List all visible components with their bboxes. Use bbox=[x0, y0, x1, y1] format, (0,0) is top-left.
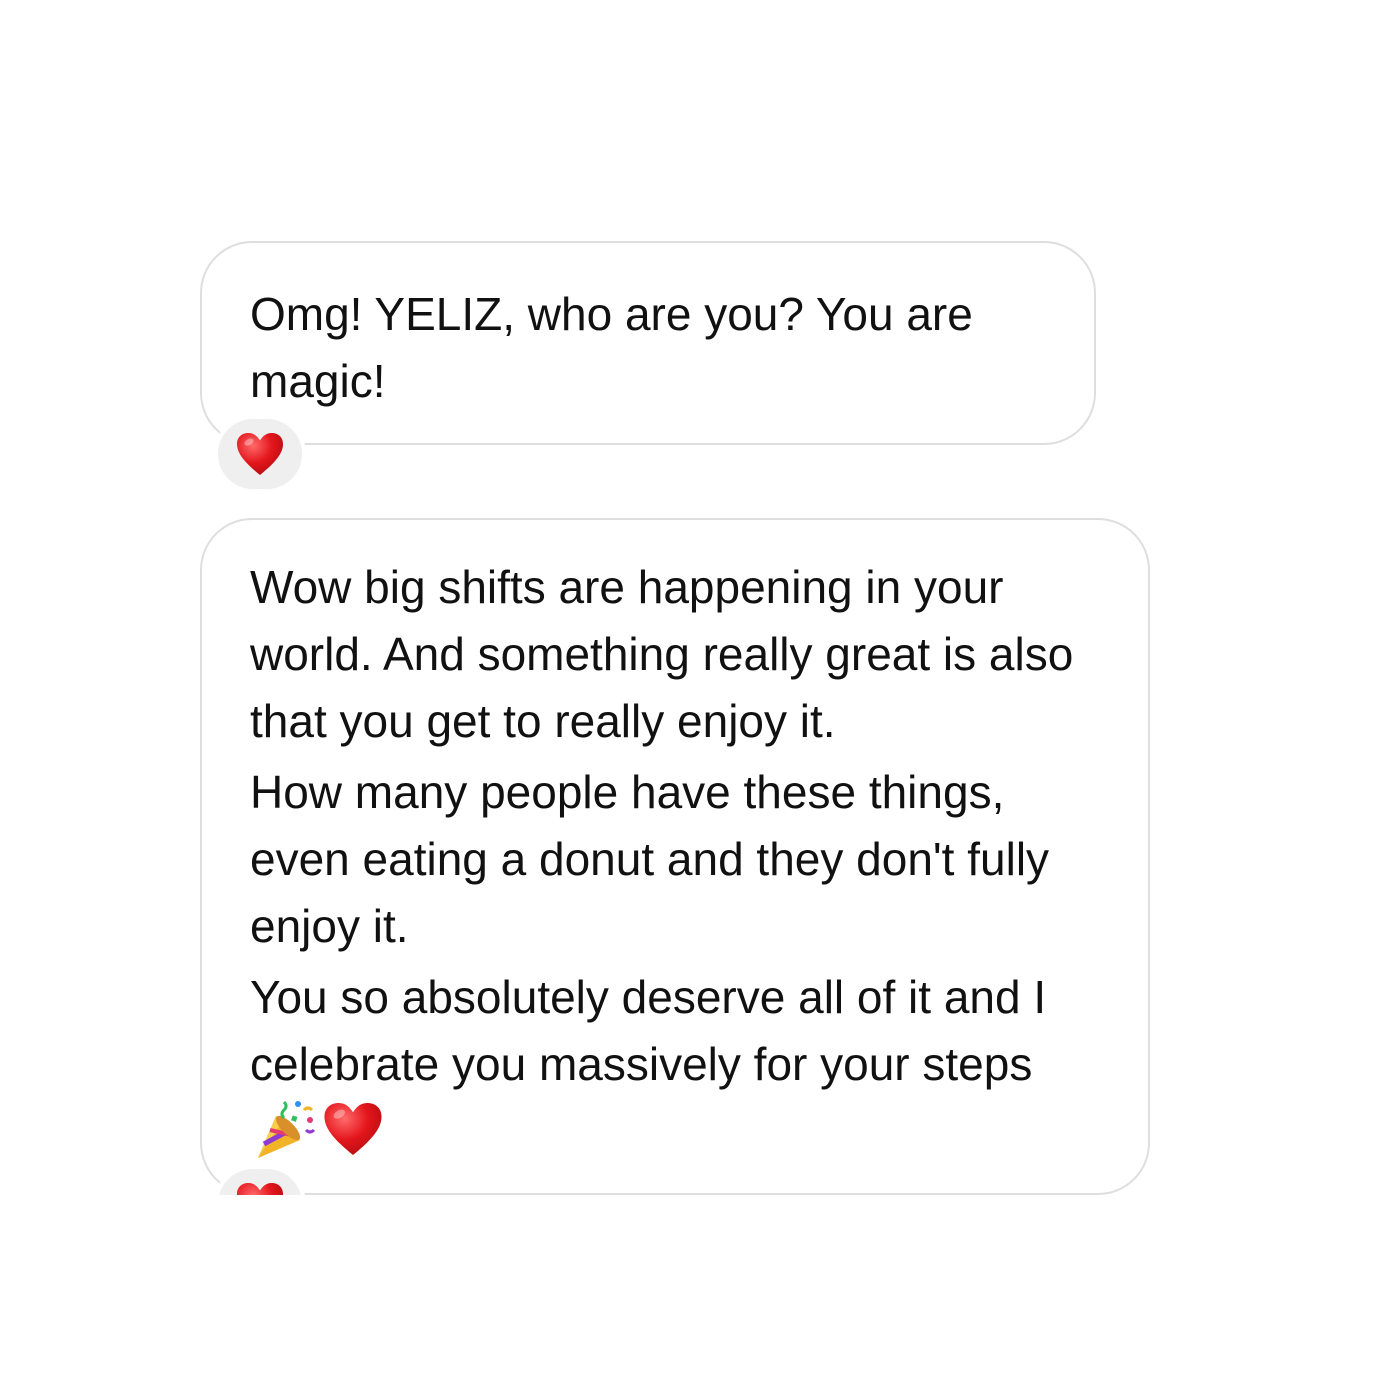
message-paragraph: Wow big shifts are happening in your wor… bbox=[250, 561, 1074, 747]
message-paragraph-text: You so absolutely deserve all of it and … bbox=[250, 971, 1047, 1090]
reaction-badge[interactable] bbox=[214, 415, 306, 493]
message-paragraph: You so absolutely deserve all of it and … bbox=[250, 964, 1108, 1178]
message-bubble[interactable]: Omg! YELIZ, who are you? You are magic! bbox=[200, 241, 1096, 445]
party-popper-icon bbox=[254, 1098, 318, 1178]
message-text: Omg! YELIZ, who are you? You are magic! bbox=[250, 288, 973, 407]
message-paragraph: How many people have these things, even … bbox=[250, 766, 1050, 952]
heart-icon bbox=[237, 433, 283, 475]
message-bubble[interactable]: Wow big shifts are happening in your wor… bbox=[200, 518, 1150, 1195]
heart-icon bbox=[322, 1100, 384, 1176]
